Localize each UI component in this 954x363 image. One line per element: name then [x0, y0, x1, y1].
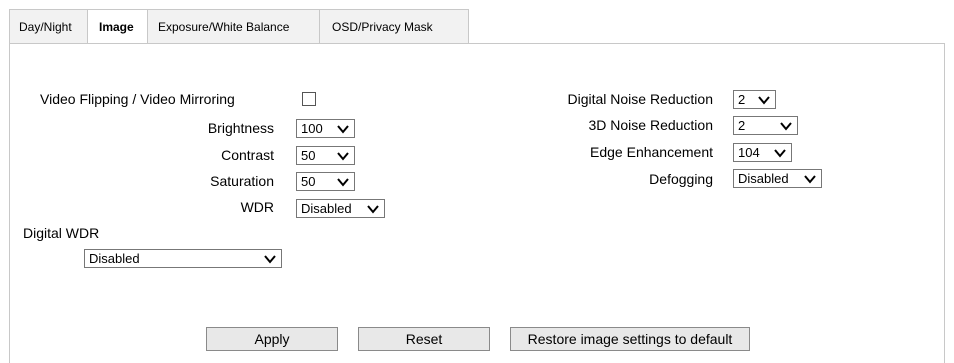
wdr-label: WDR — [240, 199, 274, 215]
saturation-label: Saturation — [210, 173, 274, 189]
reset-button[interactable]: Reset — [358, 327, 490, 351]
flip-mirror-checkbox[interactable] — [302, 92, 316, 106]
3d-noise-reduction-label: 3D Noise Reduction — [588, 117, 713, 133]
chevron-down-icon — [804, 174, 816, 184]
contrast-value: 50 — [301, 148, 316, 163]
edge-enhancement-value: 104 — [738, 145, 760, 160]
edge-enhancement-select[interactable]: 104 — [733, 143, 792, 162]
wdr-select[interactable]: Disabled — [296, 199, 385, 218]
chevron-down-icon — [367, 204, 379, 214]
apply-button[interactable]: Apply — [206, 327, 338, 351]
flip-mirror-label: Video Flipping / Video Mirroring — [40, 91, 235, 107]
tab-image[interactable]: Image — [87, 9, 147, 43]
contrast-label: Contrast — [221, 147, 274, 163]
chevron-down-icon — [337, 151, 349, 161]
digital-noise-reduction-select[interactable]: 2 — [733, 90, 776, 109]
chevron-down-icon — [774, 148, 786, 158]
defogging-select[interactable]: Disabled — [733, 169, 822, 188]
defogging-label: Defogging — [649, 171, 713, 187]
chevron-down-icon — [337, 124, 349, 134]
tab-osd-privacy-mask[interactable]: OSD/Privacy Mask — [319, 9, 469, 43]
chevron-down-icon — [780, 121, 792, 131]
restore-defaults-button[interactable]: Restore image settings to default — [510, 327, 750, 351]
brightness-label: Brightness — [207, 120, 274, 136]
chevron-down-icon — [264, 254, 276, 264]
defogging-value: Disabled — [738, 171, 789, 186]
chevron-down-icon — [337, 177, 349, 187]
chevron-down-icon — [758, 95, 770, 105]
3d-noise-reduction-select[interactable]: 2 — [733, 116, 798, 135]
digital-noise-reduction-value: 2 — [738, 92, 746, 107]
digital-noise-reduction-label: Digital Noise Reduction — [567, 91, 713, 107]
3d-noise-reduction-value: 2 — [738, 118, 746, 133]
tab-exposure-white-balance[interactable]: Exposure/White Balance — [147, 9, 319, 43]
contrast-select[interactable]: 50 — [296, 146, 355, 165]
tab-bar: Day/Night Image Exposure/White Balance O… — [9, 9, 469, 43]
tab-day-night[interactable]: Day/Night — [9, 9, 87, 43]
brightness-select[interactable]: 100 — [296, 119, 355, 138]
edge-enhancement-label: Edge Enhancement — [590, 144, 713, 160]
digital-wdr-value: Disabled — [89, 251, 140, 266]
wdr-value: Disabled — [301, 201, 352, 216]
digital-wdr-select[interactable]: Disabled — [84, 249, 282, 268]
saturation-select[interactable]: 50 — [296, 172, 355, 191]
brightness-value: 100 — [301, 121, 323, 136]
saturation-value: 50 — [301, 174, 316, 189]
digital-wdr-label: Digital WDR — [23, 225, 100, 241]
